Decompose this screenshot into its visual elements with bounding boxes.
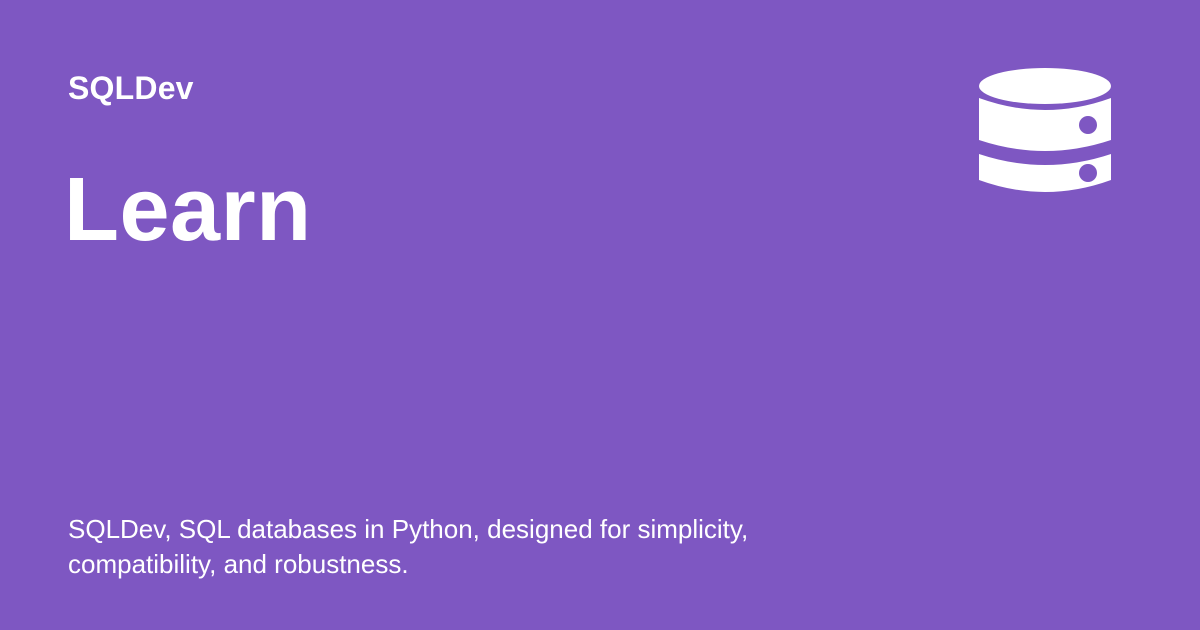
brand-name: SQLDev: [68, 70, 194, 106]
database-icon: [979, 68, 1111, 192]
social-card: SQLDev Learn SQLDev, SQL databases in Py…: [0, 0, 1200, 630]
page-title: Learn: [64, 160, 312, 260]
description-text: SQLDev, SQL databases in Python, designe…: [68, 514, 749, 579]
